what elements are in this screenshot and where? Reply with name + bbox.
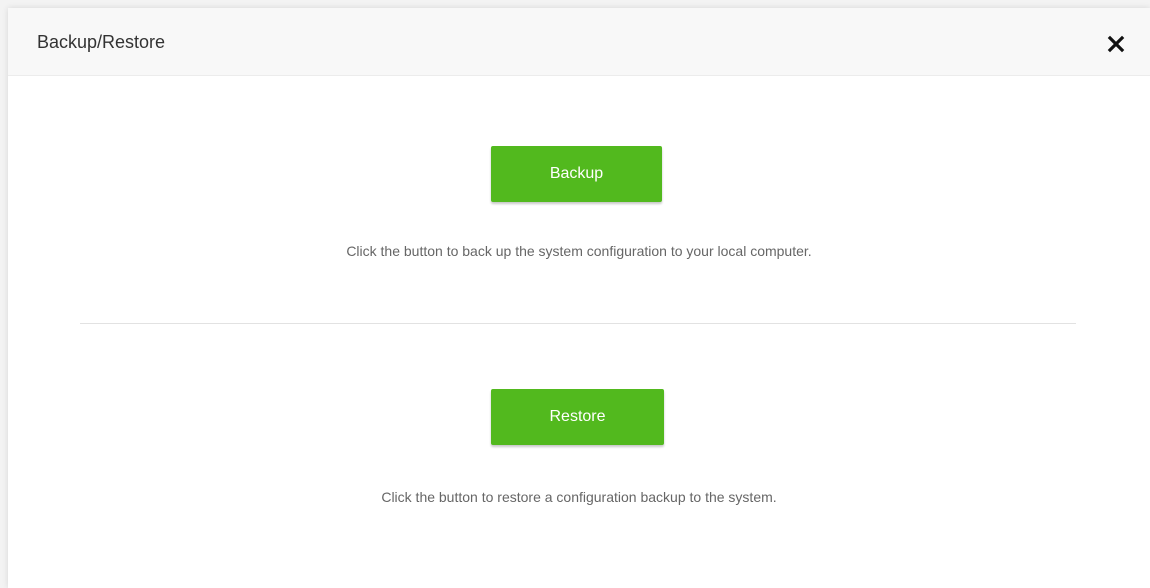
backup-restore-dialog: Backup/Restore Backup Click the button t… [8, 8, 1150, 588]
restore-description: Click the button to restore a configurat… [381, 489, 777, 505]
backup-description: Click the button to back up the system c… [346, 243, 812, 259]
section-divider [80, 323, 1076, 324]
close-button[interactable] [1106, 34, 1126, 54]
backup-button[interactable]: Backup [491, 146, 662, 202]
restore-button[interactable]: Restore [491, 389, 664, 445]
close-icon [1107, 35, 1125, 53]
dialog-title: Backup/Restore [37, 32, 166, 52]
dialog-header: Backup/Restore [8, 8, 1150, 76]
